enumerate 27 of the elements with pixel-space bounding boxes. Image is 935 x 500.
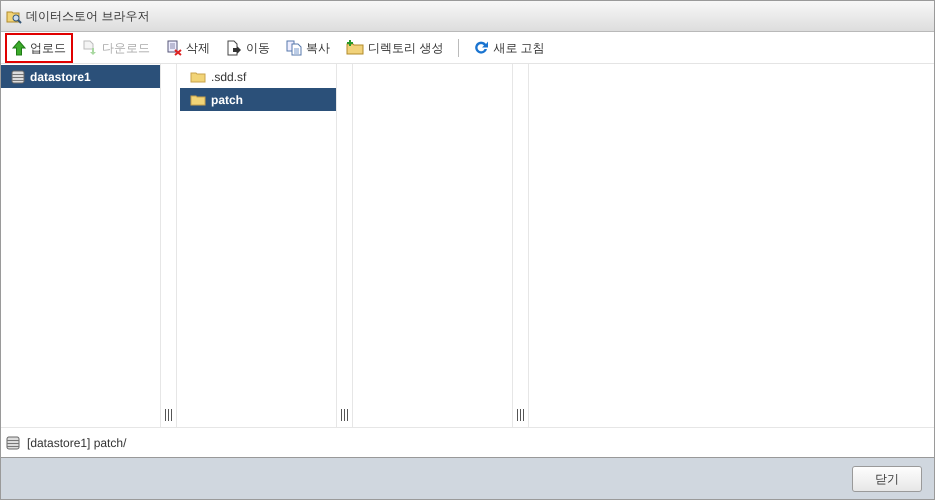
toolbar-button[interactable]: 새로 고침 bbox=[467, 32, 552, 62]
datastore-item[interactable]: datastore1 bbox=[1, 65, 160, 88]
close-button[interactable]: 닫기 bbox=[852, 466, 922, 492]
download-icon bbox=[82, 40, 98, 56]
toolbar-button[interactable]: 디렉토리 생성 bbox=[339, 32, 450, 62]
path-text: [datastore1] patch/ bbox=[27, 434, 126, 452]
window-title: 데이터스토어 브라우저 bbox=[26, 8, 150, 25]
database-icon bbox=[11, 70, 25, 84]
upload-icon bbox=[12, 40, 26, 56]
toolbar-button[interactable]: 삭제 bbox=[159, 32, 217, 62]
toolbar-button[interactable]: 이동 bbox=[219, 32, 277, 62]
toolbar-button[interactable]: 업로드 bbox=[5, 32, 73, 62]
grip-icon[interactable] bbox=[341, 409, 348, 421]
grip-icon[interactable] bbox=[165, 409, 172, 421]
new-folder-icon bbox=[346, 40, 364, 55]
folder-item[interactable]: patch bbox=[180, 88, 336, 111]
folder-icon bbox=[190, 94, 206, 106]
grip-icon[interactable] bbox=[517, 409, 524, 421]
window-icon bbox=[6, 8, 22, 24]
move-icon bbox=[226, 40, 242, 56]
copy-icon bbox=[286, 40, 302, 56]
toolbar-button[interactable]: 복사 bbox=[279, 32, 337, 62]
delete-icon bbox=[166, 40, 182, 56]
refresh-icon bbox=[474, 40, 490, 55]
folder-icon bbox=[190, 70, 206, 82]
database-icon bbox=[6, 436, 20, 450]
folder-item[interactable]: .sdd.sf bbox=[180, 65, 336, 88]
